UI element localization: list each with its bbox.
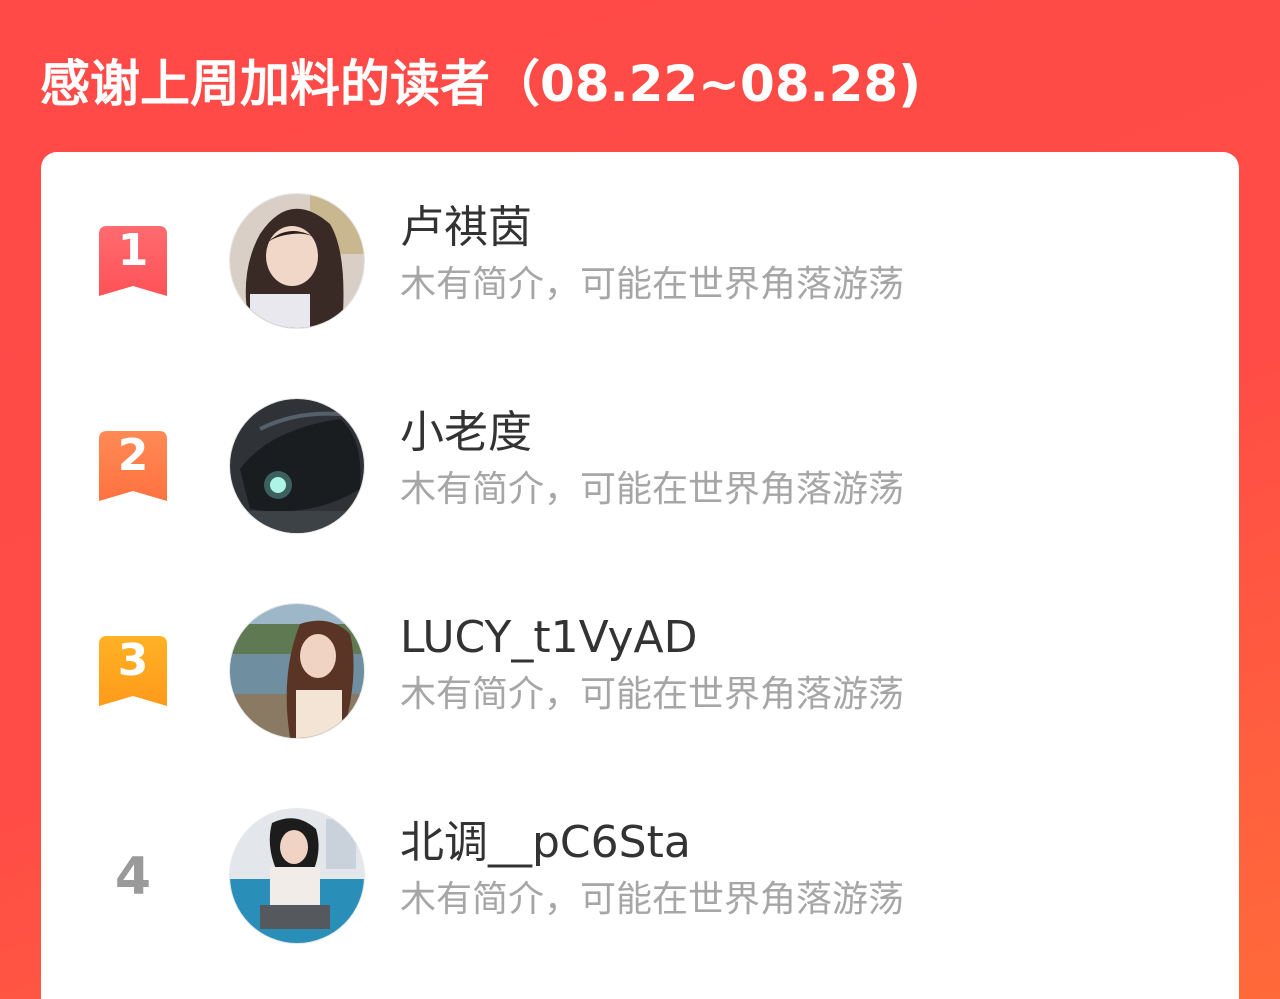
rank-badge-1: 1 xyxy=(99,226,167,298)
reader-bio: 木有简介，可能在世界角落游荡 xyxy=(400,264,905,305)
rank-badge-2: 2 xyxy=(99,431,167,503)
rank-number: 3 xyxy=(117,635,149,686)
reader-bio: 木有简介，可能在世界角落游荡 xyxy=(400,469,905,510)
avatar[interactable] xyxy=(230,809,364,943)
avatar-photo-lakeside-icon xyxy=(230,604,364,738)
rank-badge-3: 3 xyxy=(99,636,167,708)
rank-number: 4 xyxy=(114,847,152,907)
avatar-photo-girl-icon xyxy=(230,194,364,328)
avatar[interactable] xyxy=(230,194,364,328)
page-title: 感谢上周加料的读者（08.22~08.28) xyxy=(40,55,922,113)
reader-name: LUCY_t1VyAD xyxy=(400,612,698,663)
avatar[interactable] xyxy=(230,604,364,738)
reader-name: 卢祺茵 xyxy=(400,202,532,253)
reader-row[interactable]: 1 卢祺茵 木有简介，可能在世界角落游荡 xyxy=(41,152,1239,357)
reader-row[interactable]: 2 小老度 木有简介，可能在世界角落游荡 xyxy=(41,357,1239,562)
reader-bio: 木有简介，可能在世界角落游荡 xyxy=(400,879,905,920)
reader-list-card: 1 卢祺茵 木有简介，可能在世界角落游荡 2 小老度 木有简介，可能在世界角落游… xyxy=(41,152,1239,999)
rank-number: 2 xyxy=(117,430,149,481)
reader-name: 北调__pC6Sta xyxy=(400,817,691,868)
reader-name: 小老度 xyxy=(400,407,532,458)
avatar-photo-room-icon xyxy=(230,809,364,943)
avatar-photo-dark-car-icon xyxy=(230,399,364,533)
reader-row[interactable]: 4 北调__pC6Sta 木有简介，可能在世界角落游荡 xyxy=(41,767,1239,972)
reader-bio: 木有简介，可能在世界角落游荡 xyxy=(400,674,905,715)
leaderboard-page: 感谢上周加料的读者（08.22~08.28) 1 卢祺茵 木有简介，可能在世界角… xyxy=(0,0,1280,999)
reader-row[interactable]: 3 LUCY_t1VyAD 木有简介，可能在世界角落游荡 xyxy=(41,562,1239,767)
avatar[interactable] xyxy=(230,399,364,533)
rank-number: 1 xyxy=(117,225,149,276)
